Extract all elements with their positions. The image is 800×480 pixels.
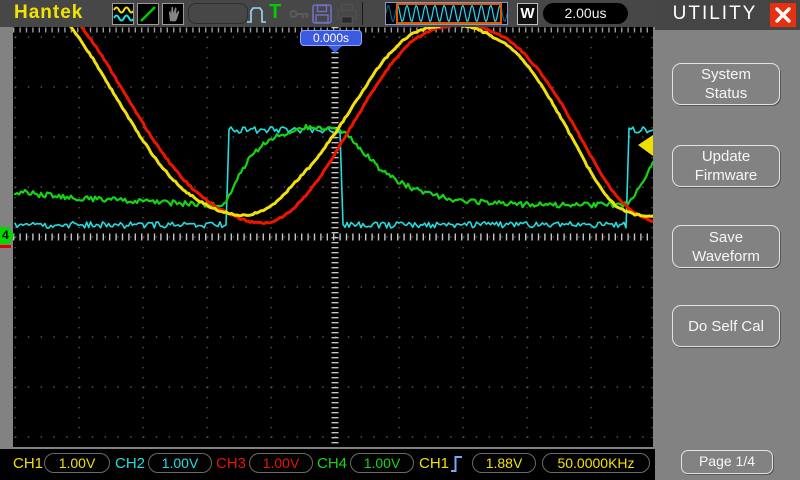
do-self-cal-button[interactable]: Do Self Cal xyxy=(672,305,780,347)
key-icon xyxy=(288,3,310,25)
status-bar: CH1 1.00V CH2 1.00V CH3 1.00V CH4 1.00V … xyxy=(0,449,655,480)
page-indicator-button[interactable]: Page 1/4 xyxy=(681,450,773,474)
close-icon xyxy=(775,7,791,23)
menu-header: UTILITY xyxy=(655,0,800,30)
timebase-readout[interactable]: 2.00us xyxy=(543,3,628,24)
trigger-level-readout[interactable]: 1.88V xyxy=(472,453,536,473)
ch4-label[interactable]: CH4 xyxy=(317,455,347,472)
channel3-marker[interactable] xyxy=(0,245,11,248)
close-button[interactable] xyxy=(770,3,796,27)
top-toolbar: Hantek T W 2.00us xyxy=(0,0,655,27)
brand-logo: Hantek xyxy=(14,2,84,23)
menu-title: UTILITY xyxy=(672,3,758,24)
scope-area: 0.000s 4 xyxy=(0,27,655,449)
menu-sidebar: UTILITY System Status Update Firmware Sa… xyxy=(655,0,800,480)
waveform-display xyxy=(13,27,653,447)
trigger-source-label: CH1 xyxy=(419,455,450,472)
trigger-position-badge[interactable]: 0.000s xyxy=(300,30,362,46)
update-firmware-button[interactable]: Update Firmware xyxy=(672,145,780,187)
oscilloscope-screen: Hantek T W 2.00us 0.000s 4 CH1 1.00V CH2… xyxy=(0,0,800,480)
waveform-svg xyxy=(13,27,653,447)
window-mode-icon: W xyxy=(517,3,538,25)
ch2-label[interactable]: CH2 xyxy=(115,455,145,472)
pulse-icon xyxy=(246,3,268,25)
system-status-button[interactable]: System Status xyxy=(672,63,780,105)
rising-edge-icon xyxy=(450,454,463,479)
ch1-scale-readout[interactable]: 1.00V xyxy=(44,453,110,473)
print-icon xyxy=(336,3,358,25)
toolbar-divider xyxy=(362,2,363,25)
ch3-label[interactable]: CH3 xyxy=(216,455,246,472)
preview-dim-left xyxy=(386,3,396,24)
trigger-position-pointer-icon[interactable] xyxy=(328,46,342,53)
channel4-marker[interactable]: 4 xyxy=(0,227,14,244)
trigger-frequency-readout: 50.0000KHz xyxy=(542,453,650,473)
preview-window-icon[interactable] xyxy=(396,3,502,24)
hand-icon[interactable] xyxy=(162,3,184,25)
ch1-label[interactable]: CH1 xyxy=(13,455,43,472)
waveform-preview[interactable] xyxy=(385,2,508,25)
save-icon[interactable] xyxy=(311,3,333,25)
ch4-scale-readout[interactable]: 1.00V xyxy=(350,453,414,473)
ch3-scale-readout[interactable]: 1.00V xyxy=(249,453,313,473)
ch2-scale-readout[interactable]: 1.00V xyxy=(148,453,212,473)
channels-icon[interactable] xyxy=(112,3,135,25)
empty-readout-slot xyxy=(188,3,248,24)
save-waveform-button[interactable]: Save Waveform xyxy=(672,225,780,268)
slope-icon[interactable] xyxy=(137,3,159,25)
trigger-t-icon: T xyxy=(269,1,282,23)
